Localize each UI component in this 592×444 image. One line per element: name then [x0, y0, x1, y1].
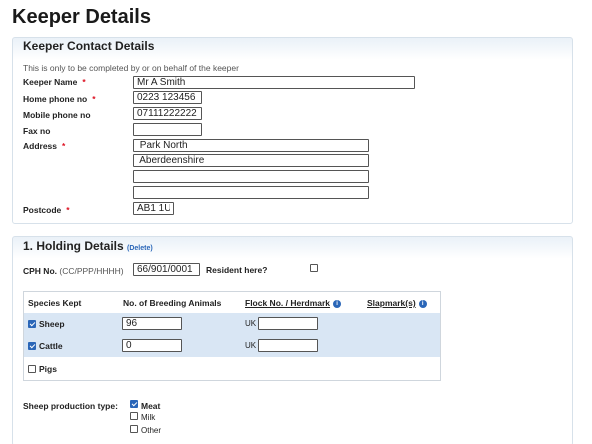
page-title: Keeper Details: [12, 6, 151, 28]
cph-label: CPH No. (CC/PPP/HHHH): [23, 266, 124, 276]
required-mark: *: [62, 141, 66, 151]
cattle-uk-prefix: UK: [245, 341, 257, 350]
species-row-pigs: Pigs: [24, 358, 440, 380]
holding-panel-title: 1. Holding Details (Delete): [23, 239, 153, 253]
milk-checkbox[interactable]: [130, 412, 138, 420]
species-row-cattle: Cattle UK: [24, 335, 440, 357]
cattle-breeding-input[interactable]: [122, 339, 182, 352]
home-phone-input[interactable]: [133, 91, 202, 104]
keeper-name-input[interactable]: [133, 76, 415, 89]
species-table: Species Kept No. of Breeding Animals Flo…: [23, 291, 441, 381]
sheep-uk-prefix: UK: [245, 319, 257, 328]
contact-note: This is only to be completed by or on be…: [23, 63, 239, 73]
fax-input[interactable]: [133, 123, 202, 136]
delete-holding-link[interactable]: (Delete): [127, 245, 153, 252]
postcode-label: Postcode *: [23, 205, 70, 215]
address-line-2-input[interactable]: [133, 154, 369, 167]
mobile-phone-input[interactable]: [133, 107, 202, 120]
holding-panel: 1. Holding Details (Delete) CPH No. (CC/…: [12, 236, 573, 444]
contact-panel: Keeper Contact Details This is only to b…: [12, 37, 573, 224]
contact-panel-title: Keeper Contact Details: [23, 39, 155, 53]
flock-header: Flock No. / Herdmark i: [245, 298, 342, 308]
address-line-1-input[interactable]: [133, 139, 369, 152]
mobile-phone-label: Mobile phone no: [23, 110, 91, 120]
required-mark: *: [82, 77, 86, 87]
address-label: Address *: [23, 141, 66, 151]
species-header: Species Kept: [28, 298, 82, 308]
resident-checkbox[interactable]: [310, 264, 318, 272]
fax-label: Fax no: [23, 126, 51, 136]
sheep-checkbox[interactable]: [28, 320, 36, 328]
cattle-flock-input[interactable]: [258, 339, 318, 352]
keeper-name-label: Keeper Name *: [23, 77, 86, 87]
milk-label: Milk: [141, 413, 156, 422]
meat-checkbox[interactable]: [130, 400, 138, 408]
pigs-checkbox[interactable]: [28, 365, 36, 373]
pigs-label: Pigs: [39, 364, 57, 374]
sheep-label: Sheep: [39, 319, 65, 329]
cph-input[interactable]: [133, 263, 200, 276]
species-row-sheep: Sheep UK: [24, 313, 440, 335]
sheep-flock-input[interactable]: [258, 317, 318, 330]
home-phone-label: Home phone no *: [23, 94, 96, 104]
breeding-header: No. of Breeding Animals: [123, 298, 222, 308]
other-label: Other: [141, 426, 162, 435]
cattle-checkbox[interactable]: [28, 342, 36, 350]
address-line-4-input[interactable]: [133, 186, 369, 199]
required-mark: *: [66, 205, 70, 215]
info-icon[interactable]: i: [333, 300, 342, 308]
cattle-label: Cattle: [39, 341, 63, 351]
holding-title-text: 1. Holding Details: [23, 239, 124, 253]
sheep-breeding-input[interactable]: [122, 317, 182, 330]
slapmark-header: Slapmark(s) i: [367, 298, 427, 308]
cph-hint: (CC/PPP/HHHH): [59, 266, 124, 276]
production-type-label: Sheep production type:: [23, 401, 118, 411]
required-mark: *: [92, 94, 96, 104]
other-checkbox[interactable]: [130, 425, 138, 433]
address-line-3-input[interactable]: [133, 170, 369, 183]
postcode-input[interactable]: [133, 202, 174, 215]
flock-header-text: Flock No. / Herdmark: [245, 298, 331, 308]
info-icon[interactable]: i: [418, 300, 427, 308]
meat-label: Meat: [141, 401, 161, 411]
slapmark-header-text: Slapmark(s): [367, 298, 416, 308]
resident-label: Resident here?: [206, 265, 268, 275]
